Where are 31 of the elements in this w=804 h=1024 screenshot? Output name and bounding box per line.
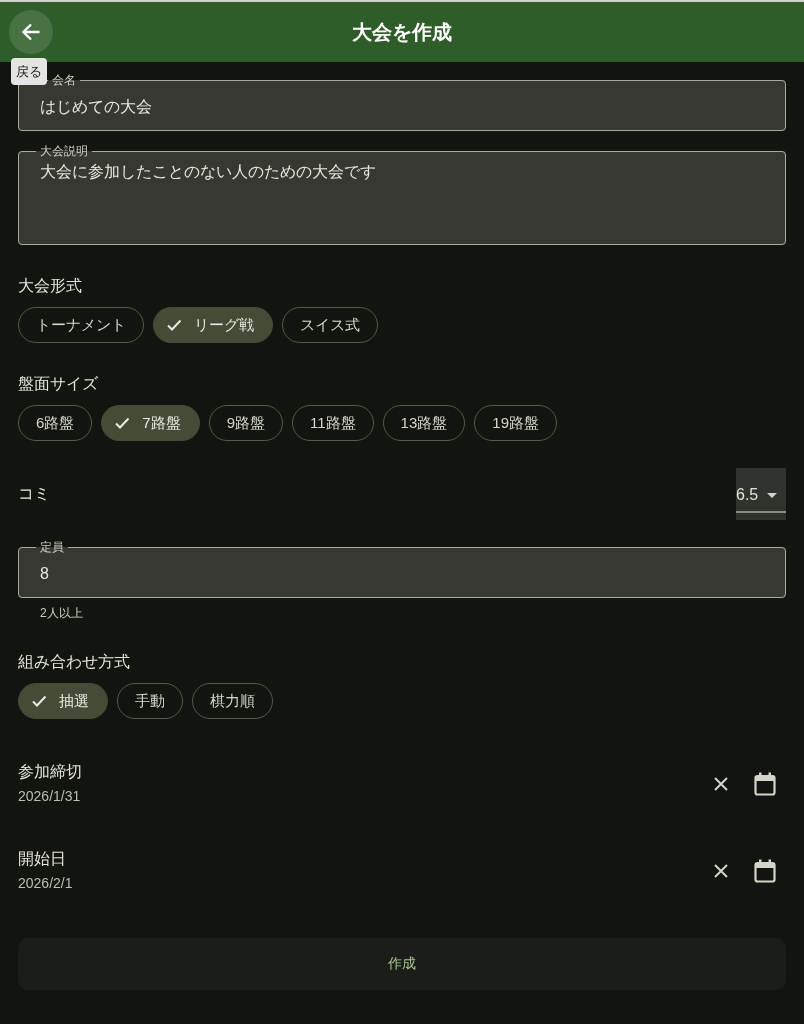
field-label: 定員: [39, 539, 65, 555]
section-label: 盤面サイズ: [18, 374, 99, 394]
caret-icon: [767, 492, 778, 498]
date-value: 2026/2/1: [18, 874, 74, 893]
dropdown-select[interactable]: 6.5: [736, 468, 786, 520]
page-title: 大会を作成: [351, 19, 453, 45]
clear-icon[interactable]: [714, 776, 728, 791]
arrow-left-icon: [21, 22, 41, 42]
calendar-icon[interactable]: [754, 771, 776, 796]
field-label: コミ: [18, 484, 50, 504]
text-field[interactable]: 定員 8: [18, 539, 786, 598]
back-button[interactable]: [9, 10, 53, 54]
create-button[interactable]: 作成: [18, 938, 786, 990]
field-label: 大会説明: [39, 143, 89, 159]
section-label: 組み合わせ方式: [18, 652, 131, 672]
calendar-icon[interactable]: [754, 858, 776, 883]
choice-chip[interactable]: 7路盤: [101, 405, 200, 441]
date-label: 参加締切: [18, 762, 83, 782]
section-label: 大会形式: [18, 276, 83, 296]
choice-chip[interactable]: リーグ戦: [153, 307, 273, 343]
check-icon: [31, 693, 47, 709]
helper-text: 2人以上: [39, 605, 84, 621]
date-label: 開始日: [18, 849, 67, 869]
date-value: 2026/1/31: [18, 787, 82, 806]
tooltip: 戻る: [11, 58, 47, 85]
field-label: 会名: [51, 72, 77, 88]
check-icon: [166, 317, 182, 333]
choice-chip[interactable]: 抽選: [18, 683, 108, 719]
clear-icon[interactable]: [714, 863, 728, 878]
check-icon: [114, 415, 131, 431]
text-area[interactable]: 大会説明 大会に参加したことのない人のための大会です: [18, 143, 786, 245]
